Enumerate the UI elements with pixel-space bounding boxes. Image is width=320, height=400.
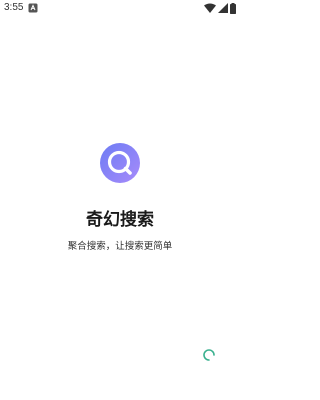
- cell-signal-icon: [218, 3, 228, 13]
- status-icons: [204, 2, 236, 14]
- loading-spinner-icon: [203, 349, 215, 361]
- magnifier-logo-icon: [100, 143, 140, 183]
- app-tagline: 聚合搜索，让搜索更简单: [67, 241, 173, 252]
- status-time: 3:55: [4, 2, 24, 13]
- notification-icon: [28, 3, 38, 13]
- status-bar: 3:55: [0, 0, 240, 16]
- battery-icon: [230, 2, 236, 14]
- wifi-icon: [204, 3, 216, 13]
- app-title: 奇幻搜索: [86, 210, 154, 230]
